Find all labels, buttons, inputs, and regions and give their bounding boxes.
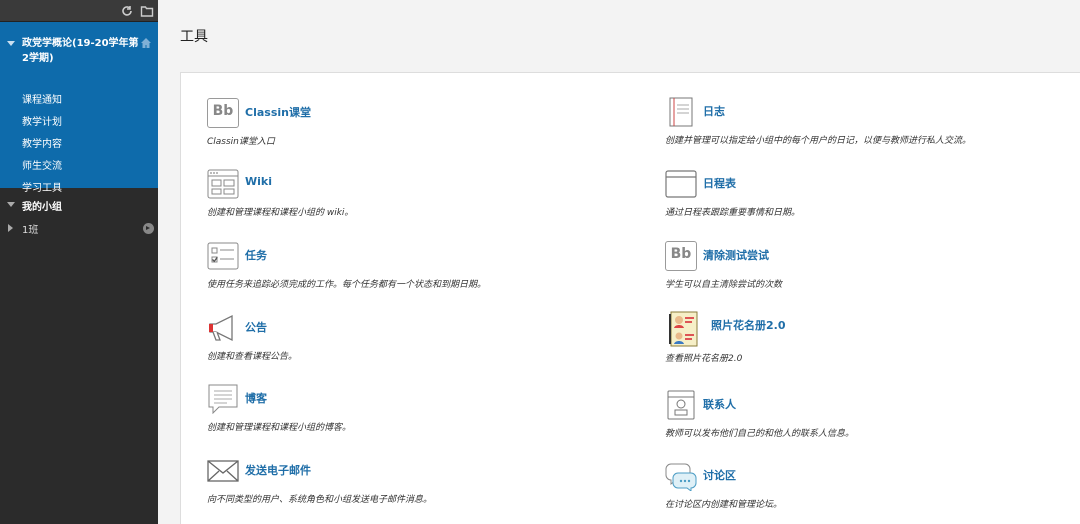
tool-description: 通过日程表跟踪重要事情和日期。 xyxy=(665,208,801,218)
collapse-icon[interactable] xyxy=(7,202,15,207)
tool-description: 查看照片花名册2.0 xyxy=(665,354,743,364)
discussion-icon[interactable] xyxy=(665,461,697,491)
course-title[interactable]: 政党学概论(19-20学年第2学期) xyxy=(22,36,142,66)
refresh-icon[interactable] xyxy=(120,4,134,18)
megaphone-icon[interactable] xyxy=(207,313,239,343)
go-arrow-icon[interactable] xyxy=(143,223,154,234)
course-sidebar: 政党学概论(19-20学年第2学期) 课程通知 教学计划 教学内容 师生交流 学… xyxy=(0,0,158,524)
tool-link[interactable]: 清除测试尝试 xyxy=(703,247,769,263)
tool-description: 向不同类型的用户、系统角色和小组发送电子邮件消息。 xyxy=(207,495,433,505)
tool-link[interactable]: 照片花名册2.0 xyxy=(711,317,786,333)
sidebar-toolbar xyxy=(0,0,158,22)
course-menu-item[interactable]: 教学计划 xyxy=(22,114,62,136)
tool-link[interactable]: Wiki xyxy=(245,175,272,188)
group-item[interactable]: 1班 xyxy=(22,221,38,236)
envelope-icon[interactable] xyxy=(207,456,239,486)
blog-icon[interactable] xyxy=(207,384,239,414)
tool-link[interactable]: 发送电子邮件 xyxy=(245,462,311,478)
calendar-icon[interactable] xyxy=(665,169,697,199)
page-title: 工具 xyxy=(180,29,208,45)
tool-description: 创建并管理可以指定给小组中的每个用户的日记，以便与教师进行私人交流。 xyxy=(665,136,972,146)
groups-heading[interactable]: 我的小组 xyxy=(22,198,62,213)
tool-link[interactable]: 博客 xyxy=(245,390,267,406)
expand-icon[interactable] xyxy=(8,224,13,232)
tool-link[interactable]: Classin课堂 xyxy=(245,104,311,120)
tool-link[interactable]: 日志 xyxy=(703,103,725,119)
wiki-icon[interactable] xyxy=(207,169,239,199)
collapse-icon[interactable] xyxy=(7,41,15,46)
home-icon[interactable] xyxy=(140,37,152,49)
course-menu-item[interactable]: 教学内容 xyxy=(22,136,62,158)
tool-description: 在讨论区内创建和管理论坛。 xyxy=(665,500,783,510)
bb-logo-icon[interactable]: Bb xyxy=(665,241,697,271)
task-icon[interactable] xyxy=(207,241,239,271)
tool-description: 学生可以自主清除尝试的次数 xyxy=(665,280,783,290)
tool-description: Classin课堂入口 xyxy=(207,137,275,147)
main-content: 工具 Bb Classin课堂 Classin课堂入口 Wiki 创建和管理课程… xyxy=(158,0,1080,524)
tool-description: 创建和管理课程和课程小组的 wiki。 xyxy=(207,208,354,218)
tool-description: 创建和管理课程和课程小组的博客。 xyxy=(207,423,352,433)
bb-logo-icon[interactable]: Bb xyxy=(207,98,239,128)
photo-roster-icon[interactable] xyxy=(665,311,705,347)
contacts-icon[interactable] xyxy=(665,390,697,420)
tool-link[interactable]: 讨论区 xyxy=(703,467,736,483)
tool-link[interactable]: 任务 xyxy=(245,247,267,263)
tools-panel: Bb Classin课堂 Classin课堂入口 Wiki 创建和管理课程和课程… xyxy=(180,72,1080,524)
journal-icon[interactable] xyxy=(665,97,697,127)
tool-link[interactable]: 联系人 xyxy=(703,396,736,412)
tool-description: 教师可以发布他们自己的和他人的联系人信息。 xyxy=(665,429,855,439)
tool-link[interactable]: 公告 xyxy=(245,319,267,335)
course-menu-block: 政党学概论(19-20学年第2学期) 课程通知 教学计划 教学内容 师生交流 学… xyxy=(0,22,158,194)
tool-link[interactable]: 日程表 xyxy=(703,175,736,191)
tool-description: 使用任务来追踪必须完成的工作。每个任务都有一个状态和到期日期。 xyxy=(207,280,487,290)
tool-description: 创建和查看课程公告。 xyxy=(207,352,298,362)
course-menu-item[interactable]: 师生交流 xyxy=(22,158,62,180)
course-menu: 课程通知 教学计划 教学内容 师生交流 学习工具 xyxy=(22,92,62,202)
folder-icon[interactable] xyxy=(140,4,154,18)
course-menu-item[interactable]: 课程通知 xyxy=(22,92,62,114)
